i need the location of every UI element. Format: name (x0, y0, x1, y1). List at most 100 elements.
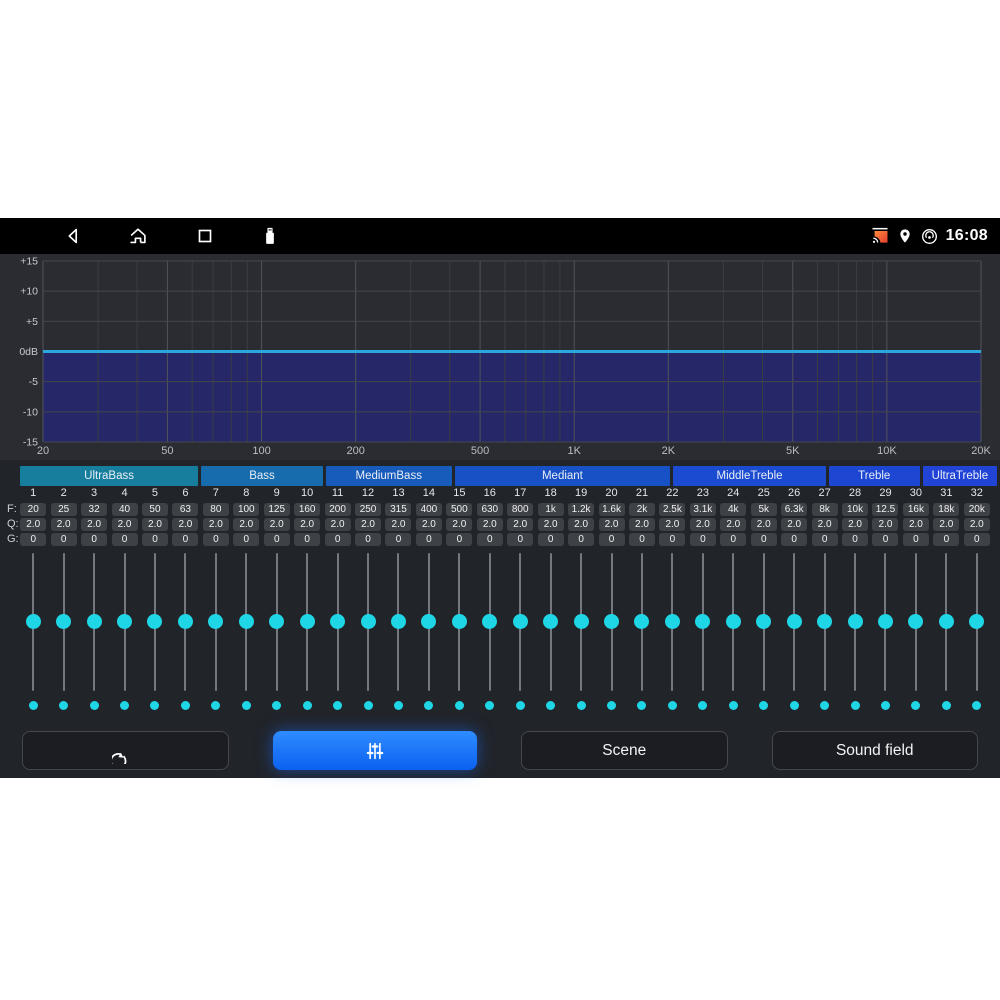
gain-value-cell[interactable]: 0 (233, 533, 259, 546)
freq-value-cell[interactable]: 400 (416, 503, 442, 516)
band-slider[interactable] (322, 553, 352, 691)
q-value-cell[interactable]: 2.0 (599, 518, 625, 531)
slider-handle[interactable] (361, 614, 376, 629)
slider-handle[interactable] (482, 614, 497, 629)
back-icon[interactable] (62, 225, 84, 247)
band-slider[interactable] (140, 553, 170, 691)
band-slider[interactable] (657, 553, 687, 691)
band-slider[interactable] (262, 553, 292, 691)
band-slider[interactable] (840, 553, 870, 691)
gain-value-cell[interactable]: 0 (477, 533, 503, 546)
freq-value-cell[interactable]: 8k (812, 503, 838, 516)
freq-value-cell[interactable]: 18k (933, 503, 959, 516)
gain-value-cell[interactable]: 0 (933, 533, 959, 546)
slider-handle[interactable] (391, 614, 406, 629)
freq-value-cell[interactable]: 200 (325, 503, 351, 516)
slider-handle[interactable] (330, 614, 345, 629)
gain-value-cell[interactable]: 0 (294, 533, 320, 546)
q-value-cell[interactable]: 2.0 (355, 518, 381, 531)
freq-value-cell[interactable]: 1.6k (599, 503, 625, 516)
band-slider[interactable] (535, 553, 565, 691)
slider-handle[interactable] (178, 614, 193, 629)
q-value-cell[interactable]: 2.0 (51, 518, 77, 531)
home-icon[interactable] (127, 225, 149, 247)
slider-handle[interactable] (452, 614, 467, 629)
band-slider[interactable] (353, 553, 383, 691)
band-slider[interactable] (931, 553, 961, 691)
band-group-treble[interactable]: Treble (829, 466, 920, 486)
q-value-cell[interactable]: 2.0 (416, 518, 442, 531)
gain-value-cell[interactable]: 0 (538, 533, 564, 546)
freq-value-cell[interactable]: 160 (294, 503, 320, 516)
band-group-mediant[interactable]: Mediant (455, 466, 671, 486)
slider-handle[interactable] (908, 614, 923, 629)
slider-handle[interactable] (574, 614, 589, 629)
slider-handle[interactable] (117, 614, 132, 629)
slider-handle[interactable] (269, 614, 284, 629)
q-value-cell[interactable]: 2.0 (142, 518, 168, 531)
usb-storage-icon[interactable] (259, 225, 281, 247)
slider-handle[interactable] (787, 614, 802, 629)
freq-value-cell[interactable]: 630 (477, 503, 503, 516)
slider-handle[interactable] (817, 614, 832, 629)
q-value-cell[interactable]: 2.0 (507, 518, 533, 531)
band-slider[interactable] (475, 553, 505, 691)
slider-handle[interactable] (87, 614, 102, 629)
slider-handle[interactable] (147, 614, 162, 629)
gain-value-cell[interactable]: 0 (872, 533, 898, 546)
slider-handle[interactable] (726, 614, 741, 629)
band-slider[interactable] (962, 553, 992, 691)
slider-handle[interactable] (969, 614, 984, 629)
gain-value-cell[interactable]: 0 (264, 533, 290, 546)
q-value-cell[interactable]: 2.0 (720, 518, 746, 531)
q-value-cell[interactable]: 2.0 (842, 518, 868, 531)
slider-handle[interactable] (756, 614, 771, 629)
gain-value-cell[interactable]: 0 (355, 533, 381, 546)
band-group-ultratreble[interactable]: UltraTreble (923, 466, 997, 486)
gain-value-cell[interactable]: 0 (416, 533, 442, 546)
freq-value-cell[interactable]: 32 (81, 503, 107, 516)
freq-value-cell[interactable]: 3.1k (690, 503, 716, 516)
eq-button[interactable] (273, 731, 478, 770)
band-slider[interactable] (231, 553, 261, 691)
band-slider[interactable] (414, 553, 444, 691)
freq-value-cell[interactable]: 16k (903, 503, 929, 516)
freq-value-cell[interactable]: 315 (385, 503, 411, 516)
freq-value-cell[interactable]: 1.2k (568, 503, 594, 516)
freq-value-cell[interactable]: 20 (20, 503, 46, 516)
slider-handle[interactable] (239, 614, 254, 629)
band-slider[interactable] (627, 553, 657, 691)
q-value-cell[interactable]: 2.0 (629, 518, 655, 531)
freq-value-cell[interactable]: 4k (720, 503, 746, 516)
q-value-cell[interactable]: 2.0 (264, 518, 290, 531)
band-slider[interactable] (292, 553, 322, 691)
slider-handle[interactable] (604, 614, 619, 629)
gain-value-cell[interactable]: 0 (20, 533, 46, 546)
slider-handle[interactable] (939, 614, 954, 629)
gain-value-cell[interactable]: 0 (81, 533, 107, 546)
gain-value-cell[interactable]: 0 (172, 533, 198, 546)
slider-handle[interactable] (26, 614, 41, 629)
band-slider[interactable] (779, 553, 809, 691)
freq-value-cell[interactable]: 80 (203, 503, 229, 516)
gain-value-cell[interactable]: 0 (325, 533, 351, 546)
band-slider[interactable] (809, 553, 839, 691)
gain-value-cell[interactable]: 0 (964, 533, 990, 546)
gain-value-cell[interactable]: 0 (51, 533, 77, 546)
slider-handle[interactable] (695, 614, 710, 629)
q-value-cell[interactable]: 2.0 (903, 518, 929, 531)
slider-handle[interactable] (300, 614, 315, 629)
q-value-cell[interactable]: 2.0 (781, 518, 807, 531)
q-value-cell[interactable]: 2.0 (112, 518, 138, 531)
freq-value-cell[interactable]: 1k (538, 503, 564, 516)
q-value-cell[interactable]: 2.0 (172, 518, 198, 531)
scene-button[interactable]: Scene (521, 731, 728, 770)
band-slider[interactable] (383, 553, 413, 691)
band-slider[interactable] (444, 553, 474, 691)
freq-value-cell[interactable]: 2k (629, 503, 655, 516)
q-value-cell[interactable]: 2.0 (872, 518, 898, 531)
q-value-cell[interactable]: 2.0 (325, 518, 351, 531)
q-value-cell[interactable]: 2.0 (81, 518, 107, 531)
q-value-cell[interactable]: 2.0 (477, 518, 503, 531)
slider-handle[interactable] (634, 614, 649, 629)
